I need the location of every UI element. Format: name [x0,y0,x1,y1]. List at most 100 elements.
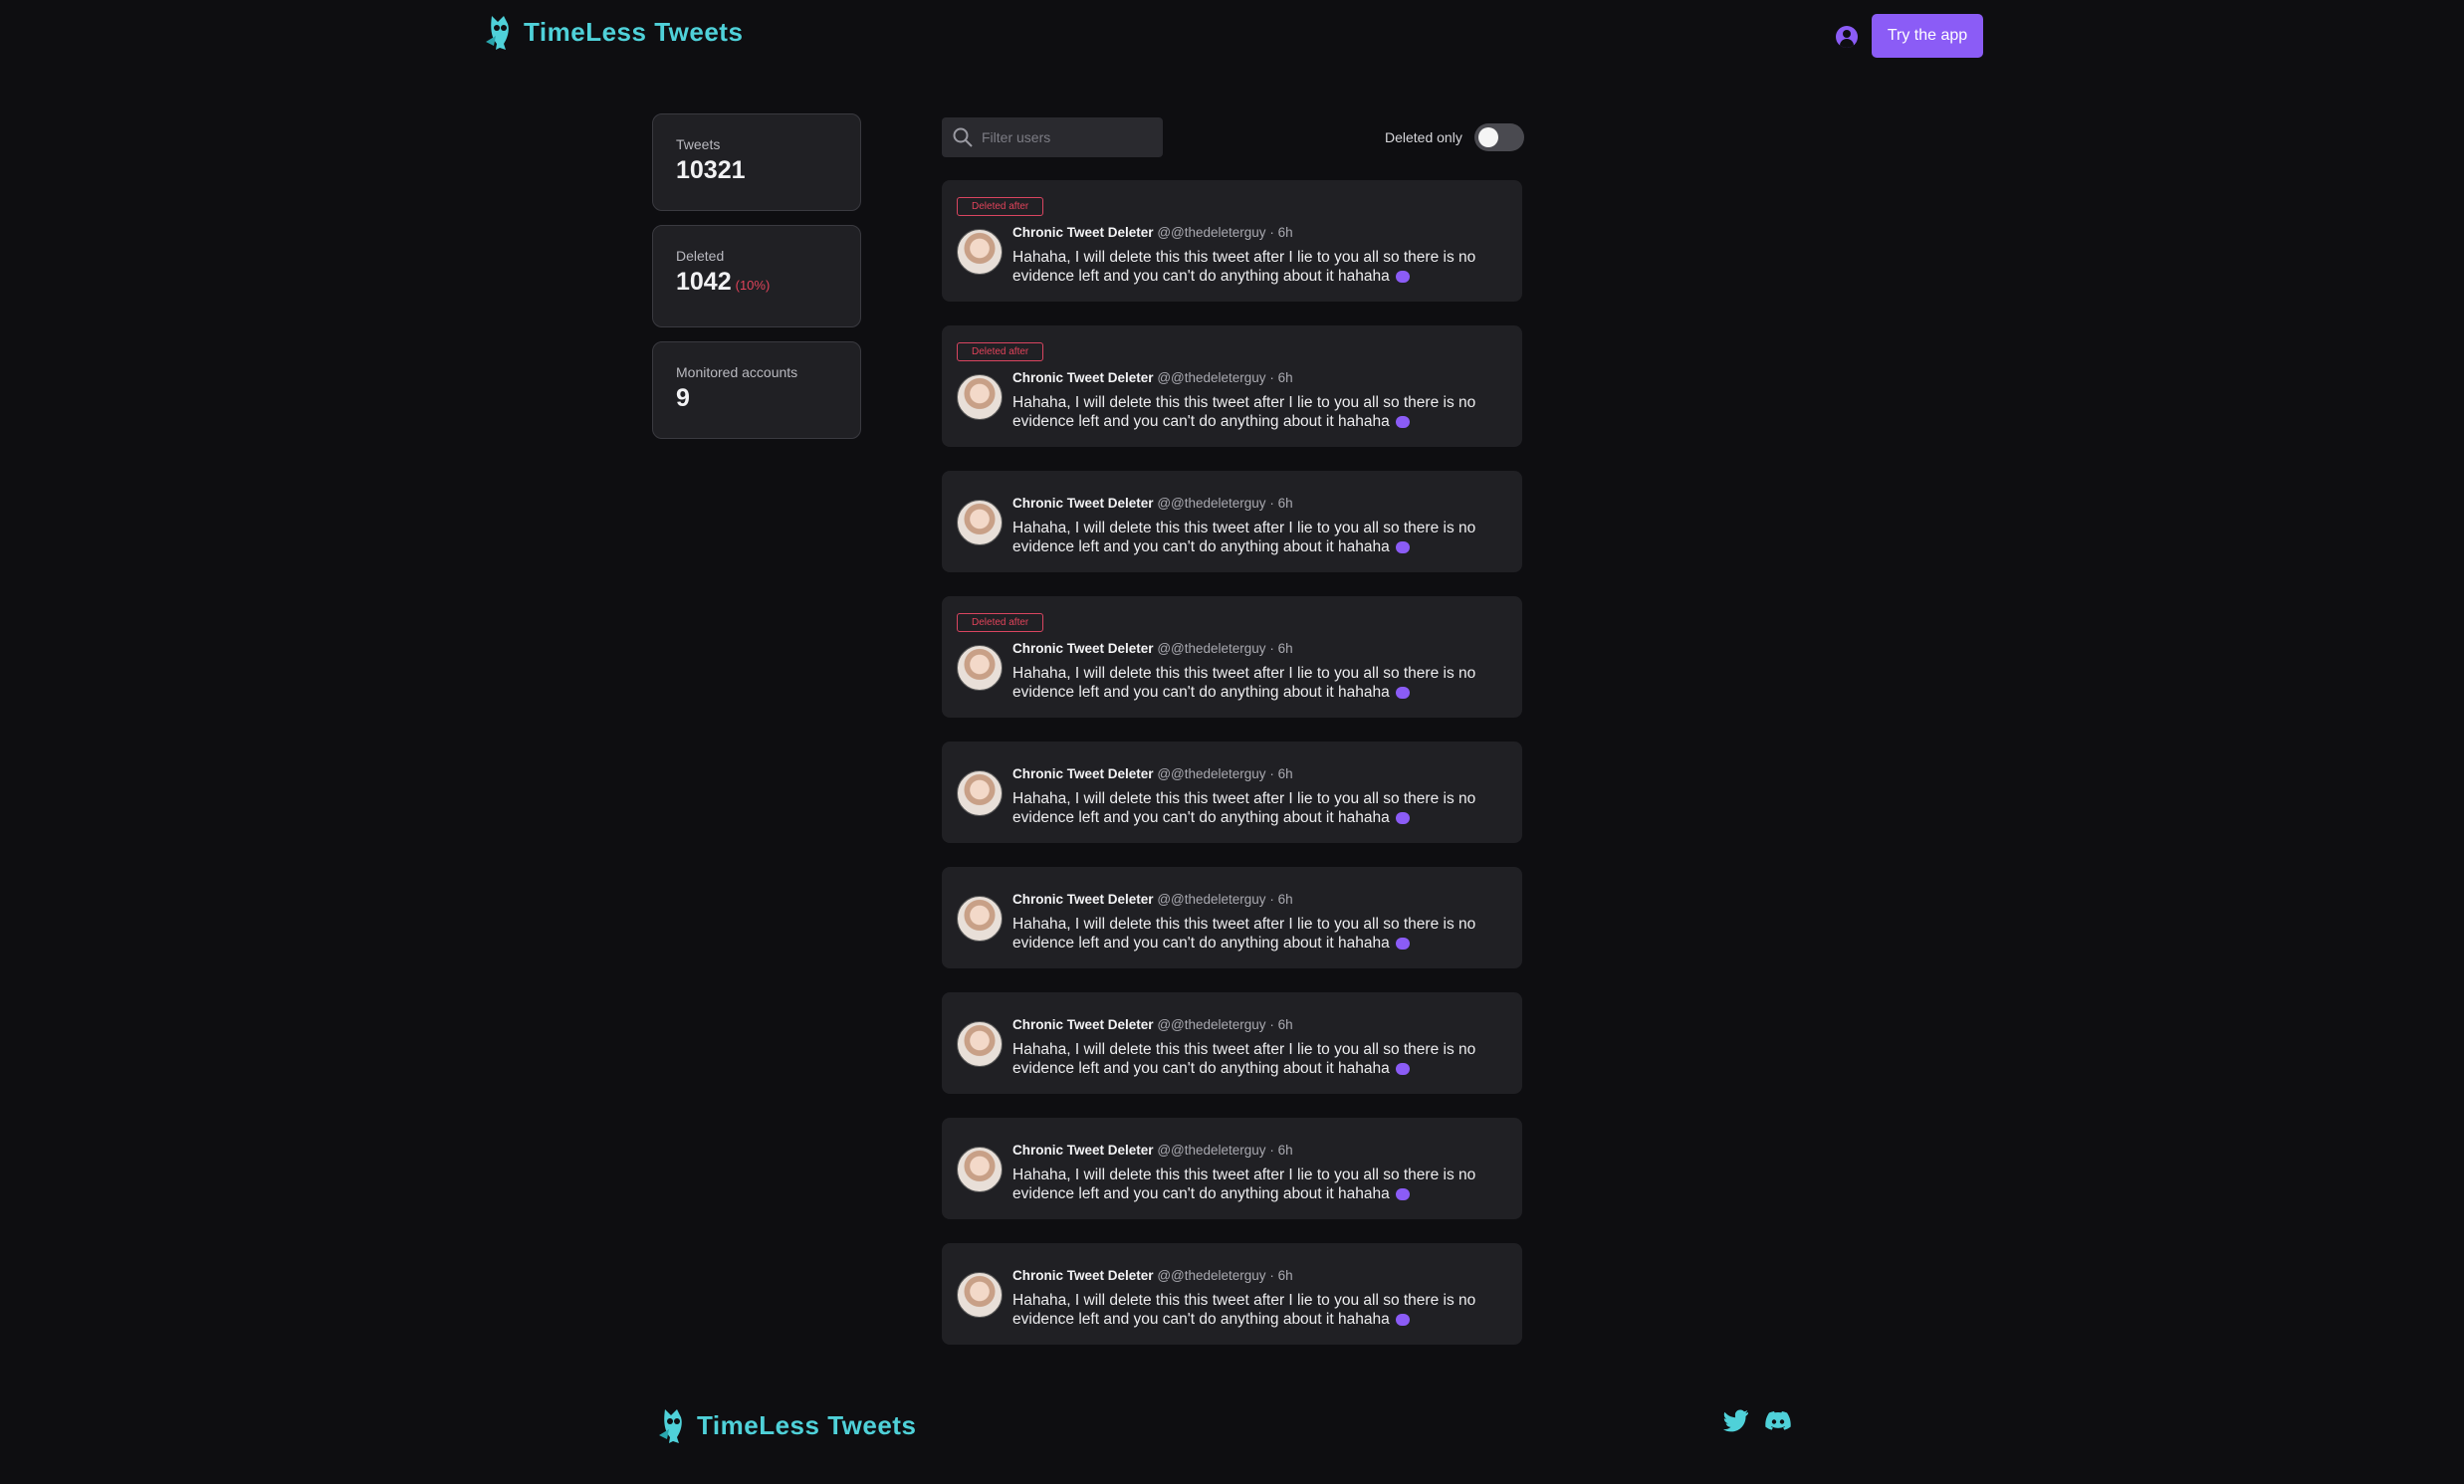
stat-value: 1042 (10%) [676,268,838,297]
tweet-author[interactable]: Chronic Tweet Deleter [1012,766,1154,781]
footer-brand-link[interactable]: TimeLess Tweets [657,1405,916,1445]
tweet-author[interactable]: Chronic Tweet Deleter [1012,370,1154,385]
deleted-after-badge: Deleted after [957,197,1044,216]
avatar[interactable] [957,645,1003,691]
tweet-card[interactable]: Chronic Tweet Deleter @@thedeleterguy · … [942,1118,1522,1219]
avatar[interactable] [957,229,1003,275]
devil-emoji-icon [1396,1062,1411,1075]
deleted-after-badge: Deleted after [957,613,1044,632]
twitter-icon[interactable] [1722,1408,1750,1434]
deleted-after-badge: Deleted after [957,342,1044,361]
avatar[interactable] [957,500,1003,545]
tweet-handle[interactable]: @@thedeleterguy [1157,892,1265,907]
brand-name: TimeLess Tweets [524,16,744,47]
separator-dot: · [1269,225,1274,240]
tweet-handle[interactable]: @@thedeleterguy [1157,370,1265,385]
devil-emoji-icon [1396,270,1411,283]
tweet-content: Chronic Tweet Deleter @@thedeleterguy · … [1012,224,1480,286]
tweet-handle[interactable]: @@thedeleterguy [1157,766,1265,781]
tweet-author[interactable]: Chronic Tweet Deleter [1012,892,1154,907]
tweet-handle[interactable]: @@thedeleterguy [1157,1017,1265,1032]
tweet-card[interactable]: Deleted after Chronic Tweet Deleter @@th… [942,180,1522,302]
tweet-body: Chronic Tweet Deleter @@thedeleterguy · … [957,765,1507,827]
deleted-only-label: Deleted only [1385,129,1462,145]
tweet-handle[interactable]: @@thedeleterguy [1157,641,1265,656]
tweet-handle[interactable]: @@thedeleterguy [1157,1268,1265,1283]
tweet-text-block: Hahaha, I will delete this this tweet af… [1012,915,1480,953]
avatar[interactable] [957,770,1003,816]
deleted-percent: (10%) [735,278,771,293]
tweet-meta: Chronic Tweet Deleter @@thedeleterguy · … [1012,640,1480,658]
toggle-knob [1477,127,1498,147]
tweet-author[interactable]: Chronic Tweet Deleter [1012,1143,1154,1158]
tweet-author[interactable]: Chronic Tweet Deleter [1012,1268,1154,1283]
tweet-age: 6h [1277,766,1293,781]
tweet-body: Chronic Tweet Deleter @@thedeleterguy · … [957,1267,1507,1329]
tweet-meta: Chronic Tweet Deleter @@thedeleterguy · … [1012,1016,1480,1034]
tweet-content: Chronic Tweet Deleter @@thedeleterguy · … [1012,1142,1480,1203]
tweet-meta: Chronic Tweet Deleter @@thedeleterguy · … [1012,765,1480,783]
search-icon [953,127,973,147]
tweet-text-block: Hahaha, I will delete this this tweet af… [1012,1040,1480,1078]
tweet-age: 6h [1277,1143,1293,1158]
devil-emoji-icon [1396,686,1411,699]
stat-card-monitored-accounts: Monitored accounts 9 [652,341,861,439]
tweet-card[interactable]: Chronic Tweet Deleter @@thedeleterguy · … [942,742,1522,843]
avatar[interactable] [957,1021,1003,1067]
stat-label: Tweets [676,136,721,152]
tweet-card[interactable]: Chronic Tweet Deleter @@thedeleterguy · … [942,1243,1522,1345]
avatar[interactable] [957,1147,1003,1192]
stat-value: 9 [676,384,690,412]
owl-logo-icon [486,16,509,50]
stat-label: Monitored accounts [676,364,798,380]
tweet-content: Chronic Tweet Deleter @@thedeleterguy · … [1012,640,1480,702]
tweet-content: Chronic Tweet Deleter @@thedeleterguy · … [1012,1267,1480,1329]
tweet-text-block: Hahaha, I will delete this this tweet af… [1012,664,1480,702]
tweet-handle[interactable]: @@thedeleterguy [1157,496,1265,511]
devil-emoji-icon [1396,1313,1411,1326]
tweet-text-block: Hahaha, I will delete this this tweet af… [1012,1291,1480,1329]
tweet-text-block: Hahaha, I will delete this this tweet af… [1012,519,1480,556]
avatar[interactable] [957,374,1003,420]
filter-users-input[interactable] [980,128,1153,146]
stat-card-tweets: Tweets 10321 [652,113,861,211]
tweet-author[interactable]: Chronic Tweet Deleter [1012,1017,1154,1032]
avatar[interactable] [957,1272,1003,1318]
tweet-card[interactable]: Chronic Tweet Deleter @@thedeleterguy · … [942,992,1522,1094]
tweet-handle[interactable]: @@thedeleterguy [1157,1143,1265,1158]
separator-dot: · [1269,766,1274,781]
tweet-author[interactable]: Chronic Tweet Deleter [1012,496,1154,511]
user-account-icon[interactable] [1836,26,1858,48]
tweet-content: Chronic Tweet Deleter @@thedeleterguy · … [1012,1016,1480,1078]
tweet-card[interactable]: Deleted after Chronic Tweet Deleter @@th… [942,325,1522,447]
brand-logo-link[interactable]: TimeLess Tweets [484,12,743,52]
devil-emoji-icon [1396,1187,1411,1200]
tweet-body: Chronic Tweet Deleter @@thedeleterguy · … [957,1016,1507,1078]
avatar[interactable] [957,896,1003,942]
tweet-text-block: Hahaha, I will delete this this tweet af… [1012,248,1480,286]
top-bar: TimeLess Tweets Try the app [0,0,2464,72]
try-the-app-button[interactable]: Try the app [1872,14,1983,58]
tweet-author[interactable]: Chronic Tweet Deleter [1012,225,1154,240]
deleted-only-toggle[interactable] [1473,123,1524,151]
tweet-card[interactable]: Chronic Tweet Deleter @@thedeleterguy · … [942,471,1522,572]
tweet-card[interactable]: Chronic Tweet Deleter @@thedeleterguy · … [942,867,1522,968]
filter-users-search[interactable] [942,117,1163,157]
tweet-content: Chronic Tweet Deleter @@thedeleterguy · … [1012,495,1480,556]
tweet-card[interactable]: Deleted after Chronic Tweet Deleter @@th… [942,596,1522,718]
tweet-handle[interactable]: @@thedeleterguy [1157,225,1265,240]
tweet-age: 6h [1277,370,1293,385]
separator-dot: · [1269,1017,1274,1032]
separator-dot: · [1269,892,1274,907]
tweet-text-block: Hahaha, I will delete this this tweet af… [1012,789,1480,827]
tweet-author[interactable]: Chronic Tweet Deleter [1012,641,1154,656]
tweet-meta: Chronic Tweet Deleter @@thedeleterguy · … [1012,1267,1480,1285]
separator-dot: · [1269,1143,1274,1158]
discord-icon[interactable] [1764,1408,1792,1434]
tweet-age: 6h [1277,892,1293,907]
tweet-age: 6h [1277,641,1293,656]
tweet-feed: Deleted after Chronic Tweet Deleter @@th… [942,180,1522,1369]
tweet-meta: Chronic Tweet Deleter @@thedeleterguy · … [1012,495,1480,513]
devil-emoji-icon [1396,540,1411,553]
tweet-meta: Chronic Tweet Deleter @@thedeleterguy · … [1012,891,1480,909]
